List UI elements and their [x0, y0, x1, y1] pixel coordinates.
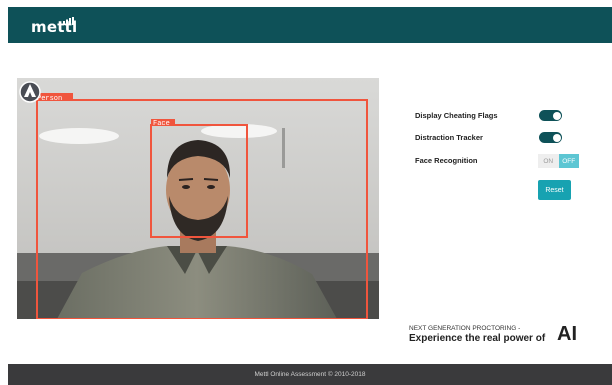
distraction-tracker-toggle[interactable]: [539, 132, 562, 143]
person-detection-label: Person: [37, 95, 62, 103]
distraction-tracker-label: Distraction Tracker: [415, 133, 483, 142]
display-cheating-flags-label: Display Cheating Flags: [415, 111, 498, 120]
face-recognition-on-option[interactable]: ON: [538, 154, 559, 168]
tagline-ai: AI: [557, 323, 577, 345]
webcam-frame-illustration: Face Person: [17, 78, 379, 319]
footer-copyright: Mettl Online Assessment © 2010-2018: [254, 371, 366, 378]
top-header: mettl: [8, 7, 612, 43]
face-recognition-switch[interactable]: ON OFF: [538, 154, 579, 168]
footer: Mettl Online Assessment © 2010-2018: [8, 364, 612, 385]
toggle-knob: [552, 111, 561, 120]
tagline-big: Experience the real power of: [409, 333, 546, 344]
reset-button[interactable]: Reset: [538, 180, 571, 200]
tagline-small: NEXT GENERATION PROCTORING -: [409, 325, 521, 332]
face-recognition-off-option[interactable]: OFF: [558, 154, 579, 168]
logo-bars-icon: [63, 17, 74, 25]
toggle-knob: [552, 133, 561, 142]
face-recognition-label: Face Recognition: [415, 156, 478, 165]
display-cheating-flags-toggle[interactable]: [539, 110, 562, 121]
face-detection-label: Face: [153, 120, 170, 128]
webcam-feed: Face Person: [17, 78, 379, 319]
